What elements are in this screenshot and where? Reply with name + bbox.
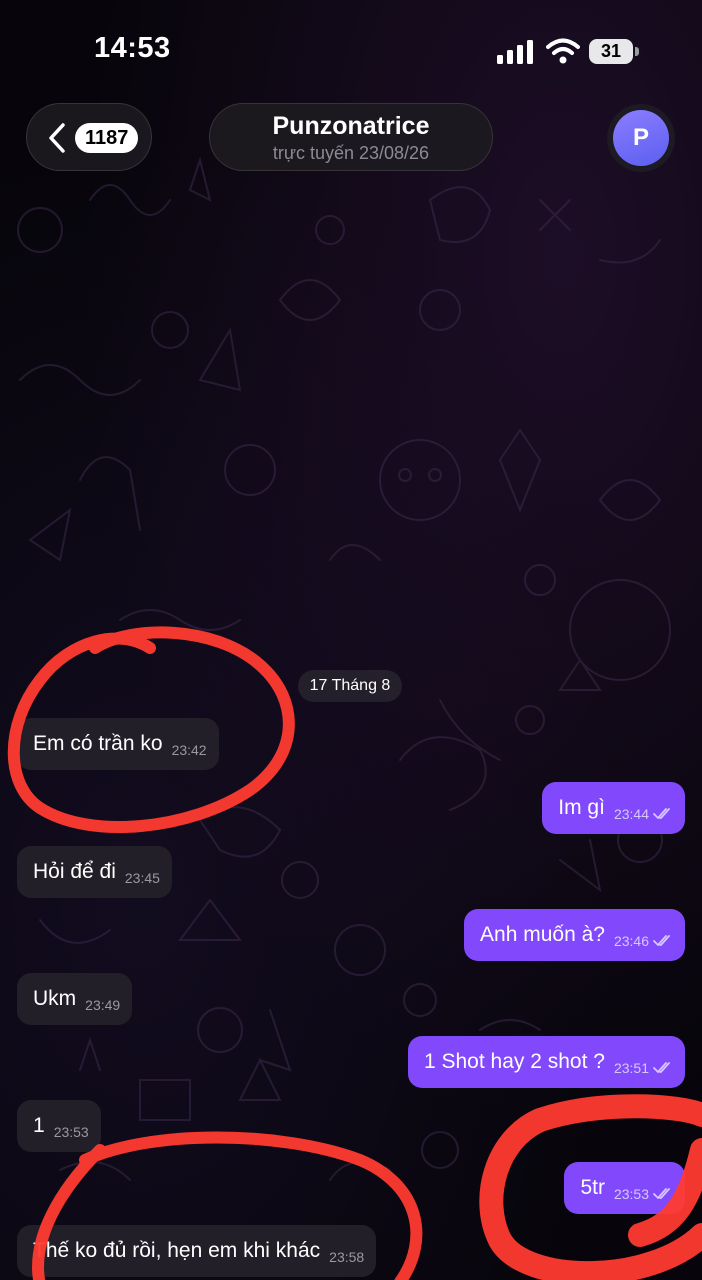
battery-icon: 31 <box>589 39 633 64</box>
chevron-left-icon <box>49 123 65 153</box>
message-text: Thế ko đủ rồi, hẹn em khi khác <box>33 1239 321 1262</box>
message-time: 23:53 <box>53 1124 89 1140</box>
chat-name: Punzonatrice <box>272 112 430 140</box>
back-button[interactable]: 1187 <box>26 103 152 171</box>
message-time: 23:45 <box>124 870 160 886</box>
message-time: 23:42 <box>171 742 207 758</box>
message-text: Em có trần ko <box>33 732 163 755</box>
message-bubble[interactable]: Ukm 23:49 <box>17 973 133 1025</box>
chat-screen: 14:53 31 1187 Punzonatrice trực tuyến 23… <box>0 0 702 1280</box>
message-text: Ukm <box>33 987 77 1010</box>
message-text: Im gì <box>558 796 605 819</box>
message-text: Hỏi để đi <box>33 860 116 883</box>
status-bar: 14:53 31 <box>0 0 702 100</box>
chat-last-seen: trực tuyến 23/08/26 <box>272 143 430 163</box>
battery-tip <box>635 47 639 56</box>
chat-wallpaper <box>17 156 671 1181</box>
avatar-letter: P <box>613 110 669 166</box>
battery-level: 31 <box>600 41 622 61</box>
message-text: 1 <box>33 1114 45 1137</box>
message-time: 23:53 <box>613 1186 649 1202</box>
avatar[interactable]: P <box>607 104 675 172</box>
message-time: 23:58 <box>329 1249 365 1265</box>
double-check-icon <box>653 1062 670 1074</box>
message-time: 23:49 <box>85 997 121 1013</box>
status-time: 14:53 <box>94 32 171 64</box>
message-text: Anh muốn à? <box>480 923 605 946</box>
message-bubble[interactable]: Em có trần ko 23:42 <box>17 718 219 770</box>
message-bubble[interactable]: Hỏi để đi 23:45 <box>17 846 172 898</box>
double-check-icon <box>653 935 670 947</box>
message-bubble[interactable]: 1 Shot hay 2 shot ? 23:51 <box>407 1036 685 1088</box>
message-text: 5tr <box>580 1176 605 1199</box>
message-bubble[interactable]: Anh muốn à? 23:46 <box>464 909 685 961</box>
cellular-signal-icon <box>497 40 533 64</box>
message-bubble[interactable]: Thế ko đủ rồi, hẹn em khi khác 23:58 <box>17 1225 377 1277</box>
message-bubble[interactable]: Im gì 23:44 <box>542 782 685 834</box>
double-check-icon <box>653 1188 670 1200</box>
message-time: 23:44 <box>613 806 649 822</box>
message-time: 23:46 <box>613 933 649 949</box>
message-bubble[interactable]: 1 23:53 <box>17 1100 101 1152</box>
chat-title[interactable]: Punzonatrice trực tuyến 23/08/26 <box>209 103 493 171</box>
wifi-icon <box>546 38 580 64</box>
double-check-icon <box>653 808 670 820</box>
message-time: 23:51 <box>613 1060 649 1076</box>
date-separator: 17 Tháng 8 <box>298 670 402 702</box>
unread-count-badge: 1187 <box>75 123 139 153</box>
message-bubble[interactable]: 5tr 23:53 <box>564 1162 685 1214</box>
message-text: 1 Shot hay 2 shot ? <box>423 1050 605 1073</box>
